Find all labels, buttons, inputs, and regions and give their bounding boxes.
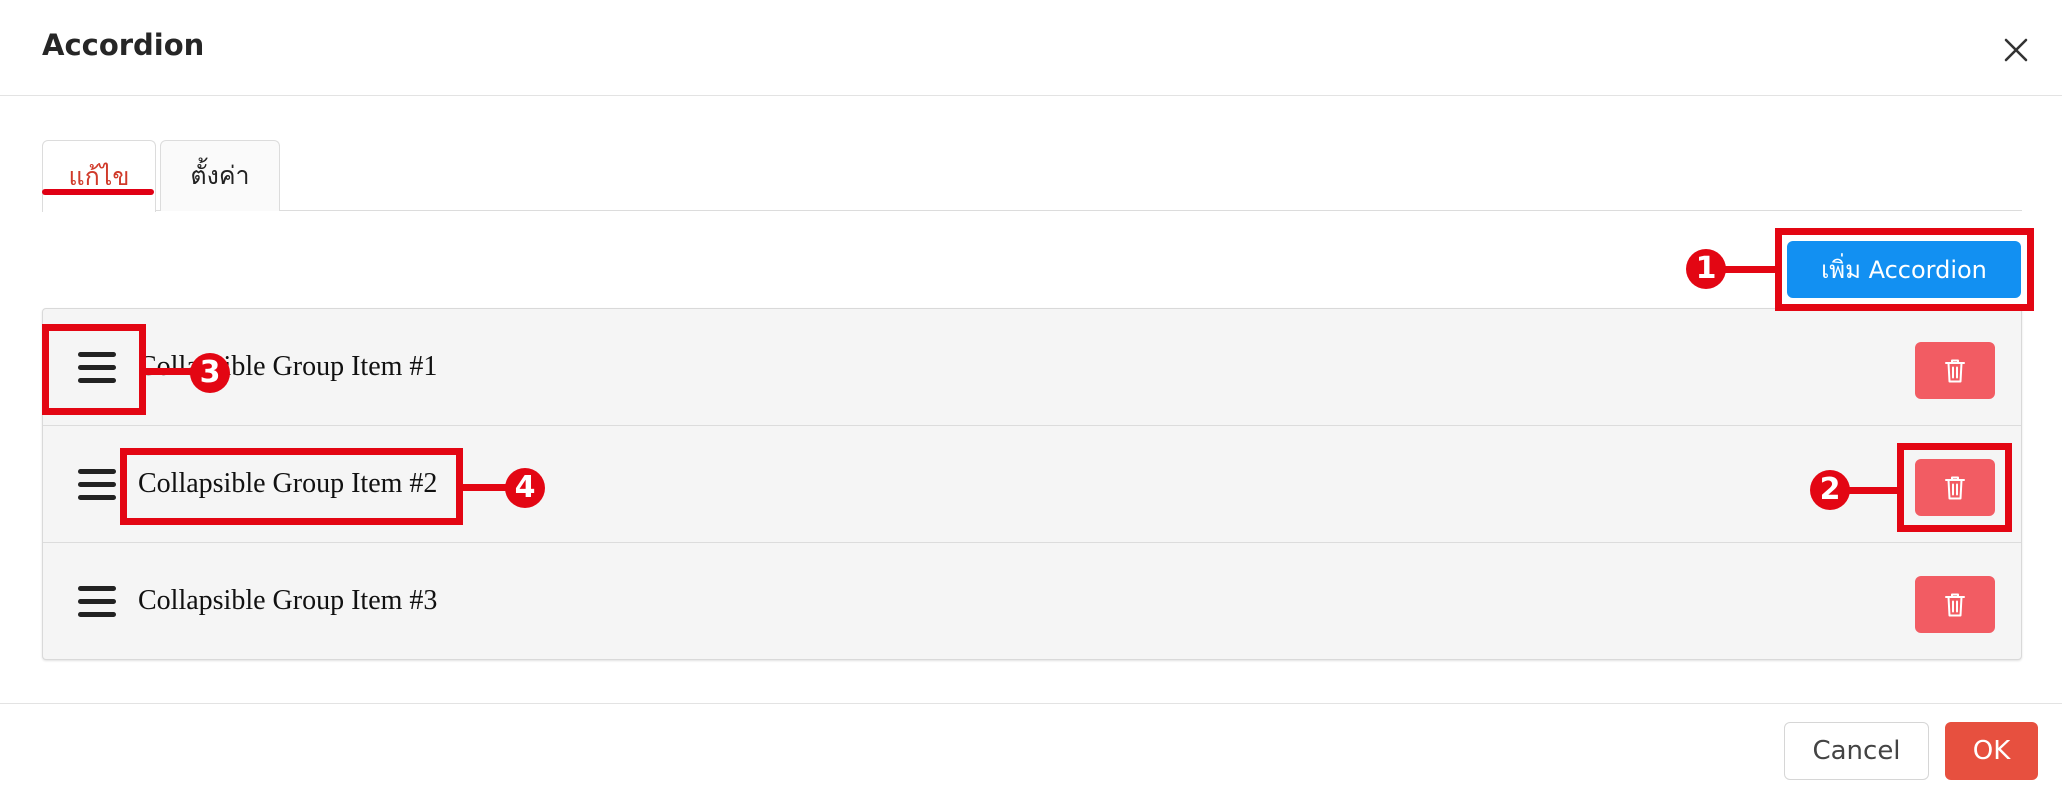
dialog-header: Accordion — [0, 0, 2062, 96]
ok-button[interactable]: OK — [1945, 722, 2038, 780]
delete-button[interactable] — [1915, 576, 1995, 633]
annotation-box — [42, 324, 146, 415]
tab-settings[interactable]: ตั้งค่า — [160, 140, 280, 211]
dialog-title: Accordion — [42, 28, 205, 62]
annotation-marker: 1 — [1686, 249, 1726, 289]
item-label: Collapsible Group Item #1 — [138, 351, 438, 382]
annotation-marker: 2 — [1810, 470, 1850, 510]
trash-icon — [1945, 593, 1965, 616]
tab-bar: แก้ไข ตั้งค่า — [42, 140, 2022, 212]
annotation-marker: 3 — [190, 353, 230, 393]
annotation-box — [120, 448, 463, 525]
drag-handle-icon[interactable] — [78, 586, 116, 618]
annotation-box — [1775, 228, 2034, 311]
drag-handle-icon[interactable] — [78, 469, 116, 501]
annotation-connector — [463, 484, 508, 491]
annotation-connector — [146, 368, 192, 375]
tab-edit[interactable]: แก้ไข — [42, 140, 156, 212]
active-tab-underline — [42, 189, 154, 195]
annotation-box — [1897, 443, 2012, 532]
annotation-connector — [1848, 487, 1898, 494]
list-item: Collapsible Group Item #1 — [43, 309, 2021, 426]
trash-icon — [1945, 359, 1965, 382]
cancel-button[interactable]: Cancel — [1784, 722, 1929, 780]
annotation-connector — [1724, 266, 1776, 273]
close-icon[interactable] — [1998, 32, 2034, 68]
item-label: Collapsible Group Item #3 — [138, 585, 438, 616]
footer-divider — [0, 703, 2062, 704]
delete-button[interactable] — [1915, 342, 1995, 399]
annotation-marker: 4 — [505, 468, 545, 508]
list-item: Collapsible Group Item #3 — [43, 543, 2021, 660]
